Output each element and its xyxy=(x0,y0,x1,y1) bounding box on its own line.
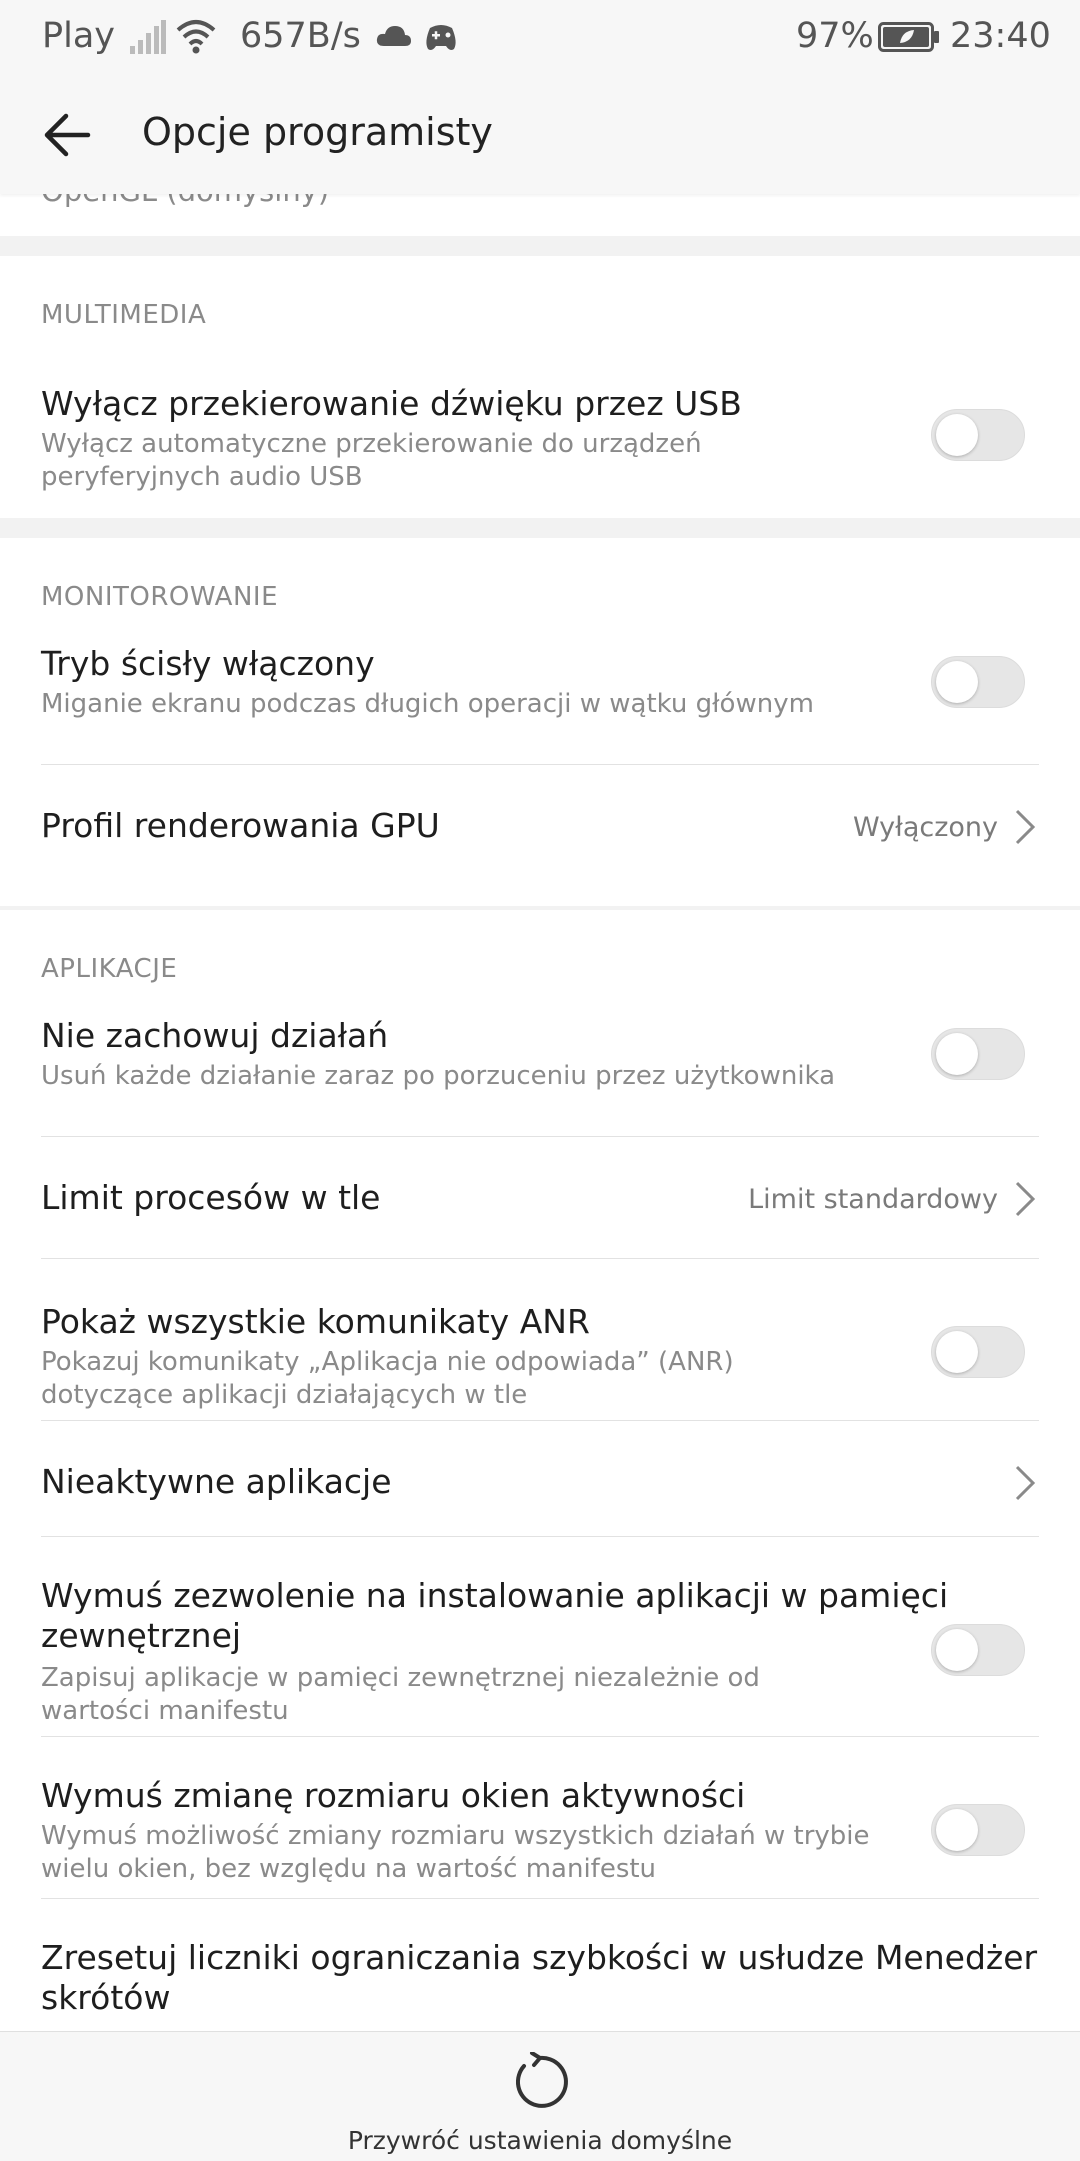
divider xyxy=(41,764,1039,765)
resize-activities-toggle[interactable] xyxy=(931,1804,1025,1856)
usb-audio-subtitle: Wyłącz automatyczne przekierowanie do ur… xyxy=(41,429,702,492)
usb-audio-title: Wyłącz przekierowanie dźwięku przez USB xyxy=(41,384,742,423)
external-install-title-line1: Wymuś zezwolenie na instalowanie aplikac… xyxy=(41,1576,949,1615)
anr-title: Pokaż wszystkie komunikaty ANR xyxy=(41,1302,590,1341)
section-header-multimedia: MULTIMEDIA xyxy=(41,300,207,330)
toggle-knob xyxy=(936,1033,978,1075)
bg-limit-value: Limit standardowy xyxy=(748,1184,998,1215)
section-apps: APLIKACJE Nie zachowuj działań Usuń każd… xyxy=(0,910,1080,2031)
dont-keep-subtitle: Usuń każde działanie zaraz po porzuceniu… xyxy=(41,1061,836,1091)
chevron-right-icon xyxy=(1015,1465,1036,1501)
external-install-subtitle: Zapisuj aplikacje w pamięci zewnętrznej … xyxy=(41,1663,760,1726)
resize-activities-subtitle: Wymuś możliwość zmiany rozmiaru wszystki… xyxy=(41,1821,870,1884)
signal-icon xyxy=(130,20,166,54)
battery-percent: 97% xyxy=(796,16,874,56)
section-multimedia: MULTIMEDIA Wyłącz przekierowanie dźwięku… xyxy=(0,256,1080,518)
anr-toggle[interactable] xyxy=(931,1326,1025,1378)
divider xyxy=(41,1258,1039,1259)
page-title: Opcje programisty xyxy=(142,110,493,154)
clipped-card: OpenGL (domyślny) xyxy=(0,194,1080,236)
cloud-icon xyxy=(376,26,411,46)
usb-audio-toggle[interactable] xyxy=(931,409,1025,461)
status-bar: Play 657B/s 97% 23:40 xyxy=(0,0,1080,76)
toggle-knob xyxy=(936,661,978,703)
carrier-label: Play xyxy=(42,16,115,56)
clock: 23:40 xyxy=(950,16,1051,56)
reset-shortcut-title-line2: skrótów xyxy=(41,1978,171,2017)
opengl-value: OpenGL (domyślny) xyxy=(41,194,329,208)
strict-mode-subtitle: Miganie ekranu podczas długich operacji … xyxy=(41,689,814,719)
bottom-action-bar[interactable]: Przywróć ustawienia domyślne xyxy=(0,2031,1080,2161)
gpu-profile-title: Profil renderowania GPU xyxy=(41,806,440,845)
section-header-monitoring: MONITOROWANIE xyxy=(41,582,279,612)
strict-mode-title: Tryb ścisły włączony xyxy=(41,644,375,683)
divider xyxy=(41,1736,1039,1737)
dont-keep-toggle[interactable] xyxy=(931,1028,1025,1080)
game-controller-icon xyxy=(426,25,456,50)
chevron-right-icon xyxy=(1015,809,1036,845)
divider xyxy=(41,1420,1039,1421)
anr-subtitle: Pokazuj komunikaty „Aplikacja nie odpowi… xyxy=(41,1347,734,1410)
divider xyxy=(41,1898,1039,1899)
dont-keep-title: Nie zachowuj działań xyxy=(41,1016,389,1055)
back-arrow-icon[interactable] xyxy=(38,102,104,168)
battery-icon xyxy=(878,22,939,52)
app-bar: Opcje programisty xyxy=(0,76,1080,194)
inactive-apps-title: Nieaktywne aplikacje xyxy=(41,1462,392,1501)
restore-defaults-label[interactable]: Przywróć ustawienia domyślne xyxy=(0,2126,1080,2155)
toggle-knob xyxy=(936,1331,978,1373)
toggle-knob xyxy=(936,1629,978,1671)
reset-shortcut-title-line1: Zresetuj liczniki ograniczania szybkości… xyxy=(41,1938,1038,1977)
wifi-icon xyxy=(176,20,216,54)
network-speed: 657B/s xyxy=(240,16,361,56)
external-install-toggle[interactable] xyxy=(931,1624,1025,1676)
reset-icon[interactable] xyxy=(510,2052,570,2112)
section-monitoring: MONITOROWANIE Tryb ścisły włączony Migan… xyxy=(0,538,1080,906)
divider xyxy=(41,1136,1039,1137)
divider xyxy=(41,1536,1039,1537)
resize-activities-title: Wymuś zmianę rozmiaru okien aktywności xyxy=(41,1776,746,1815)
toggle-knob xyxy=(936,414,978,456)
external-install-title-line2: zewnętrznej xyxy=(41,1616,242,1655)
section-header-apps: APLIKACJE xyxy=(41,954,178,984)
toggle-knob xyxy=(936,1809,978,1851)
settings-list[interactable]: OpenGL (domyślny) MULTIMEDIA Wyłącz prze… xyxy=(0,194,1080,2031)
chevron-right-icon xyxy=(1015,1181,1036,1217)
gpu-profile-value: Wyłączony xyxy=(852,812,998,843)
bg-limit-title: Limit procesów w tle xyxy=(41,1178,381,1217)
strict-mode-toggle[interactable] xyxy=(931,656,1025,708)
